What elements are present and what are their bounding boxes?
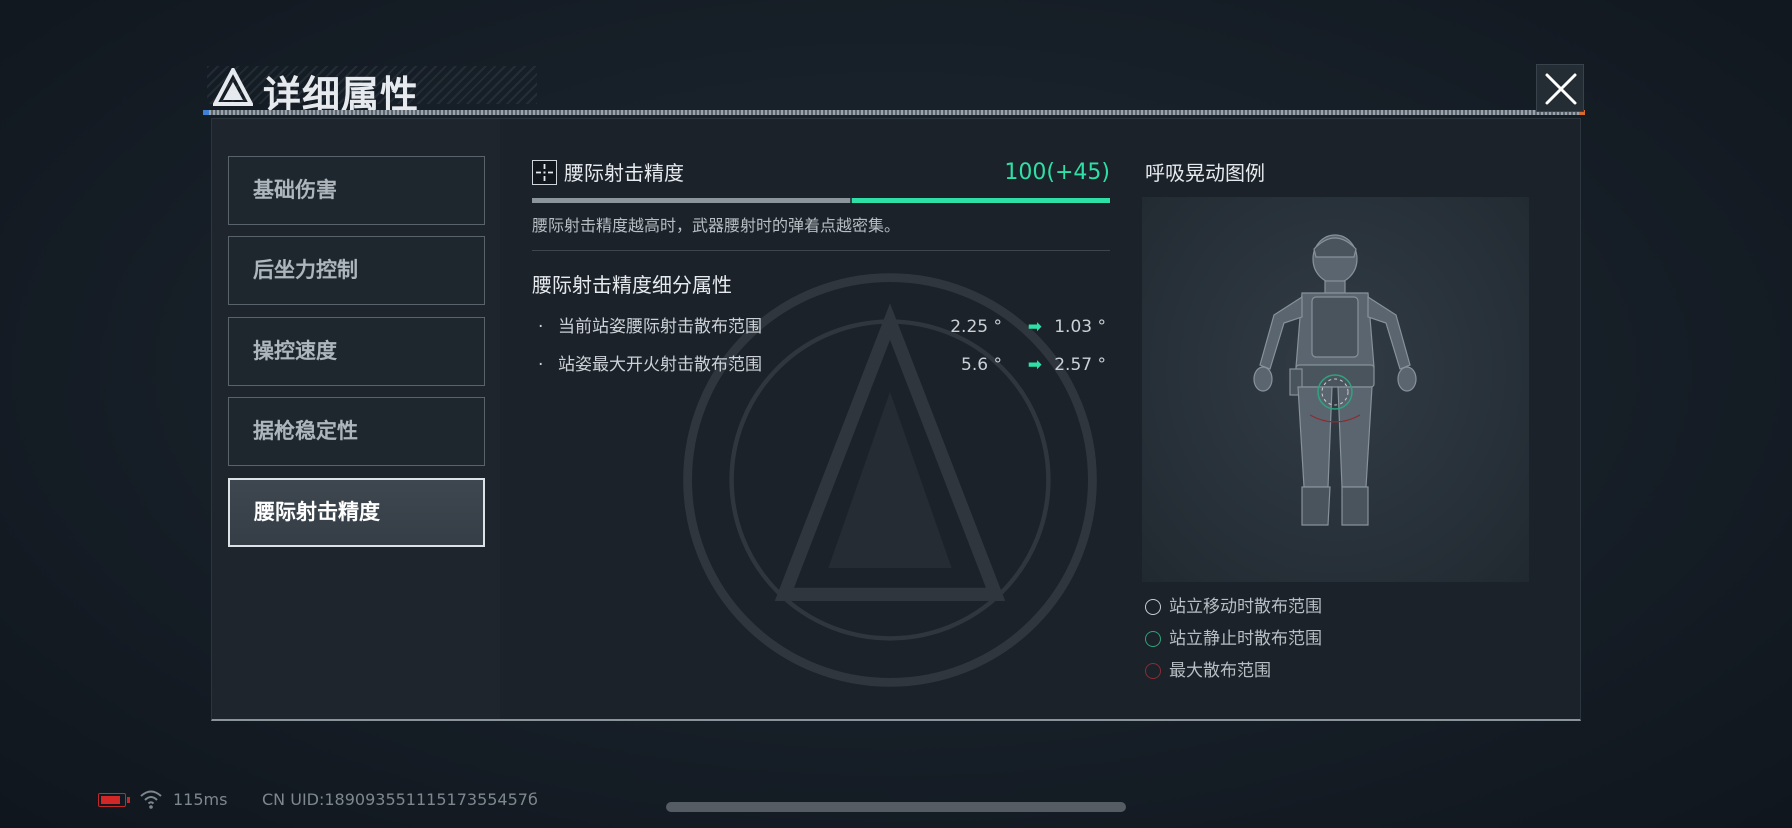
stat-bar-base [532, 198, 850, 203]
bullet: · [538, 317, 544, 337]
title-divider [203, 110, 1585, 115]
stat-header: 腰际射击精度 100(+45) [532, 158, 1110, 188]
home-indicator[interactable] [666, 802, 1126, 812]
ping-value: 115ms [173, 790, 228, 809]
soldier-figure-icon [1253, 234, 1417, 526]
sidebar-item-aim-stability[interactable]: 据枪稳定性 [228, 397, 485, 466]
legend-label: 站立静止时散布范围 [1169, 629, 1322, 649]
sidebar-item-recoil-control[interactable]: 后坐力控制 [228, 236, 485, 305]
sidebar-item-hipfire-accuracy[interactable]: 腰际射击精度 [228, 478, 485, 547]
battery-icon [98, 793, 130, 807]
stat-bar-bonus [852, 198, 1110, 203]
title-bar: 详细属性 [203, 58, 1585, 118]
section-divider [532, 250, 1110, 251]
sub-attribute-label: 当前站姿腰际射击散布范围 [558, 317, 762, 337]
sub-attribute-after: 1.03 ° [1054, 317, 1106, 337]
bullet: · [538, 355, 544, 375]
sidebar-item-base-damage[interactable]: 基础伤害 [228, 156, 485, 225]
sidebar-item-handling-speed[interactable]: 操控速度 [228, 317, 485, 386]
sub-attributes-title: 腰际射击精度细分属性 [532, 273, 732, 297]
breathing-sway-preview [1142, 197, 1529, 582]
stat-name: 腰际射击精度 [564, 161, 684, 185]
arrow-right-icon: ➡ [1027, 317, 1042, 337]
stat-description: 腰际射击精度越高时，武器腰射时的弹着点越密集。 [532, 216, 901, 235]
battery-level [101, 796, 120, 804]
sub-attribute-before: 2.25 ° [950, 317, 1002, 337]
triangle-logo-icon [213, 68, 253, 106]
close-x-icon [1545, 73, 1577, 105]
category-sidebar: 基础伤害 后坐力控制 操控速度 据枪稳定性 腰际射击精度 [212, 119, 500, 719]
ring-icon [1145, 663, 1161, 679]
preview-title: 呼吸晃动图例 [1145, 161, 1265, 185]
legend-label: 最大散布范围 [1169, 661, 1271, 681]
arrow-right-icon: ➡ [1027, 355, 1042, 375]
wifi-icon [140, 790, 162, 809]
user-uid: CN UID:18909355111517355457б [262, 790, 538, 809]
legend-label: 站立移动时散布范围 [1169, 597, 1322, 617]
sub-attribute-row: · 站姿最大开火射击散布范围 5.6 ° ➡ 2.57 ° [538, 351, 1106, 379]
close-button[interactable] [1536, 64, 1584, 112]
ring-icon [1145, 599, 1161, 615]
sub-attribute-label: 站姿最大开火射击散布范围 [558, 355, 762, 375]
stat-value: 100(+45) [1004, 160, 1110, 185]
sub-attribute-after: 2.57 ° [1054, 355, 1106, 375]
sub-attribute-row: · 当前站姿腰际射击散布范围 2.25 ° ➡ 1.03 ° [538, 313, 1106, 341]
sub-attribute-before: 5.6 ° [961, 355, 1002, 375]
stat-progress-bar [532, 198, 1110, 203]
crosshair-icon [532, 160, 557, 185]
ring-icon [1145, 631, 1161, 647]
